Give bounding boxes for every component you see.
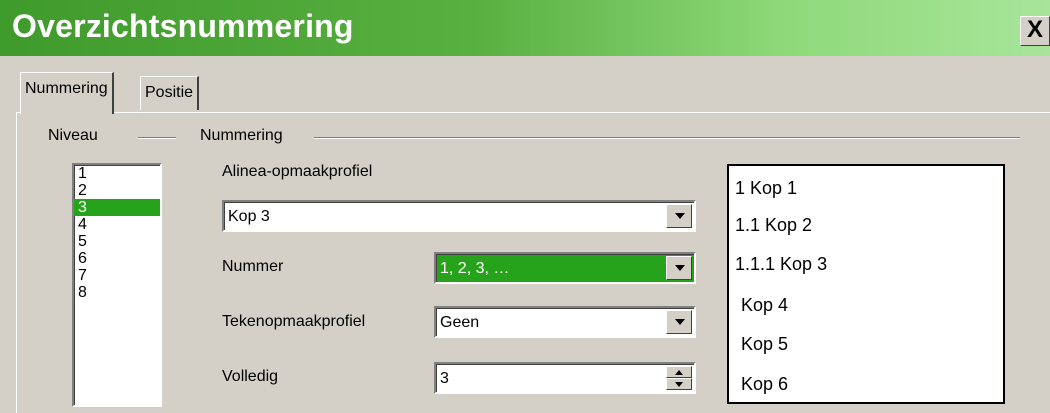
title-bar: Overzichtsnummering <box>0 0 1050 56</box>
chevron-down-icon[interactable] <box>666 310 692 334</box>
complete-value: 3 <box>440 370 449 387</box>
paragraph-style-label: Alinea-opmaakprofiel <box>222 163 372 181</box>
tab-positie[interactable]: Positie <box>140 76 200 110</box>
number-value: 1, 2, 3, … <box>440 260 510 277</box>
numbering-preview: 1 Kop 1 1.1 Kop 2 1.1.1 Kop 3 Kop 4 Kop … <box>727 164 1005 404</box>
char-style-select[interactable]: Geen <box>434 306 696 338</box>
tab-label: Positie <box>145 84 194 101</box>
spin-down-icon[interactable] <box>666 378 692 390</box>
number-select[interactable]: 1, 2, 3, … <box>434 252 696 284</box>
level-item-3[interactable]: 3 <box>74 199 160 216</box>
preview-line: Kop 6 <box>741 374 789 394</box>
paragraph-style-label-text: Alinea-opmaakprofiel <box>222 163 373 180</box>
chevron-down-icon[interactable] <box>666 256 692 280</box>
number-label: Nummer <box>222 258 284 275</box>
tab-nummering[interactable]: Nummering <box>20 72 114 114</box>
level-group-line <box>138 137 176 139</box>
preview-line: 1.1 Kop 2 <box>735 215 813 235</box>
level-item-8[interactable]: 8 <box>74 284 160 301</box>
preview-line: Kop 4 <box>741 295 789 315</box>
close-icon[interactable]: X <box>1020 16 1050 46</box>
paragraph-style-value: Kop 3 <box>228 208 270 225</box>
char-style-label: Tekenopmaakprofiel <box>222 313 366 330</box>
level-item-2[interactable]: 2 <box>74 182 160 199</box>
numbering-group-line <box>314 137 1020 139</box>
level-item-6[interactable]: 6 <box>74 250 160 267</box>
level-list[interactable]: 1 2 3 4 5 6 7 8 <box>72 163 162 407</box>
level-item-4[interactable]: 4 <box>74 216 160 233</box>
numbering-group-label: Nummering <box>200 127 283 144</box>
level-item-5[interactable]: 5 <box>74 233 160 250</box>
char-style-value: Geen <box>440 314 480 331</box>
level-group-label: Niveau <box>48 127 98 144</box>
dialog-title: Overzichtsnummering <box>12 8 354 44</box>
preview-line: Kop 5 <box>741 334 789 354</box>
level-item-7[interactable]: 7 <box>74 267 160 284</box>
complete-spinbox[interactable]: 3 <box>434 362 696 394</box>
level-item-1[interactable]: 1 <box>74 165 160 182</box>
complete-label: Volledig <box>222 368 279 385</box>
preview-line: 1 Kop 1 <box>735 178 798 198</box>
spin-up-icon[interactable] <box>666 366 692 378</box>
paragraph-style-select[interactable]: Kop 3 <box>222 200 696 232</box>
tab-label: Nummering <box>25 80 108 97</box>
preview-line: 1.1.1 Kop 3 <box>735 254 828 274</box>
chevron-down-icon[interactable] <box>666 204 692 228</box>
